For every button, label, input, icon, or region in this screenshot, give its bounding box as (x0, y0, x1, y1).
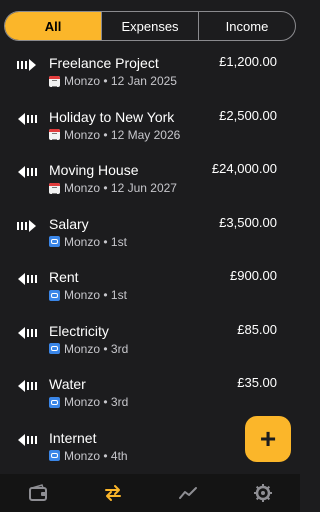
account-name: Monzo (64, 448, 101, 463)
schedule-text: 1st (110, 234, 127, 249)
nav-trend[interactable] (150, 474, 225, 512)
transaction-name: Water (49, 376, 86, 392)
nav-transfer[interactable] (75, 474, 150, 512)
filter-tabs: All Expenses Income (4, 11, 296, 41)
separator: • (100, 395, 111, 409)
transaction-row[interactable]: Salary Monzo • 1st £3,500.00 (0, 207, 300, 261)
transaction-row[interactable]: Water Monzo • 3rd £35.00 (0, 367, 300, 421)
transaction-row[interactable]: Freelance Project Monzo • 12 Jan 2025 £1,2… (0, 46, 300, 100)
tab-income[interactable]: Income (198, 12, 295, 40)
outgoing-arrow-icon (17, 433, 37, 447)
repeat-icon (49, 396, 60, 408)
account-name: Monzo (64, 234, 101, 249)
schedule-text: 12 Jan 2025 (110, 74, 177, 88)
transaction-name: Electricity (49, 322, 109, 339)
outgoing-arrow-icon (17, 112, 37, 126)
add-transaction-button[interactable]: + (245, 416, 291, 462)
separator: • (100, 234, 111, 249)
transaction-amount: £85.00 (237, 321, 277, 337)
schedule-text: 4th (110, 448, 128, 463)
nav-wallet[interactable] (0, 474, 75, 512)
transaction-details: Monzo • 12 May 2026 (49, 128, 180, 142)
transaction-name: Moving House (49, 162, 139, 178)
transaction-name: Internet (49, 429, 97, 446)
transaction-name: Holiday to New York (49, 108, 175, 125)
outgoing-arrow-icon (17, 272, 37, 286)
separator: • (100, 341, 111, 356)
repeat-icon (49, 343, 60, 354)
transaction-row[interactable]: Moving House Monzo • 12 Jun 2027 £24,000.0… (0, 153, 300, 207)
separator: • (100, 127, 111, 142)
schedule-text: 12 May 2026 (110, 127, 181, 142)
transaction-details: Monzo • 12 Jan 2025 (49, 74, 177, 88)
transaction-details: Monzo • 3rd (49, 395, 128, 409)
schedule-text: 3rd (110, 395, 129, 409)
incoming-arrow-icon (17, 58, 37, 72)
transaction-amount: £24,000.00 (211, 161, 277, 176)
transaction-list: Freelance Project Monzo • 12 Jan 2025 £1,2… (0, 46, 300, 474)
transfer-icon (103, 483, 123, 503)
transaction-amount: £2,500.00 (219, 107, 277, 123)
transaction-row[interactable]: Electricity Monzo • 3rd £85.00 (0, 314, 300, 368)
trend-icon (178, 483, 198, 503)
calendar-icon (49, 129, 60, 140)
account-name: Monzo (64, 395, 101, 409)
transaction-amount: £1,200.00 (219, 54, 277, 69)
transaction-amount: £900.00 (230, 268, 277, 283)
outgoing-arrow-icon (17, 326, 37, 340)
transaction-details: Monzo • 3rd (49, 342, 128, 356)
transaction-name: Freelance Project (49, 55, 159, 71)
nav-gear[interactable] (225, 474, 300, 512)
incoming-arrow-icon (17, 219, 37, 233)
account-name: Monzo (64, 341, 101, 356)
separator: • (100, 74, 111, 88)
separator: • (100, 181, 111, 195)
outgoing-arrow-icon (17, 165, 37, 179)
repeat-icon (49, 289, 60, 301)
transaction-amount: £35.00 (237, 375, 277, 390)
transaction-details: Monzo • 1st (49, 288, 127, 302)
calendar-icon (49, 182, 60, 194)
gear-icon (253, 483, 273, 503)
transaction-name: Rent (49, 269, 79, 285)
bottom-nav (0, 474, 300, 512)
transaction-details: Monzo • 1st (49, 235, 127, 249)
account-name: Monzo (64, 74, 101, 88)
account-name: Monzo (64, 181, 101, 195)
transaction-amount: £3,500.00 (219, 214, 277, 230)
outgoing-arrow-icon (17, 379, 37, 393)
separator: • (100, 288, 111, 302)
wallet-icon (28, 483, 48, 503)
account-name: Monzo (64, 288, 101, 302)
transaction-row[interactable]: Rent Monzo • 1st £900.00 (0, 260, 300, 314)
schedule-text: 12 Jun 2027 (110, 181, 177, 195)
schedule-text: 1st (110, 288, 127, 302)
transaction-details: Monzo • 12 Jun 2027 (49, 181, 177, 195)
repeat-icon (49, 236, 60, 247)
transaction-row[interactable]: Holiday to New York Monzo • 12 May 2026 £2… (0, 100, 300, 154)
tab-expenses[interactable]: Expenses (101, 12, 198, 40)
tab-all[interactable]: All (5, 12, 101, 40)
repeat-icon (49, 450, 60, 461)
transaction-details: Monzo • 4th (49, 449, 128, 463)
calendar-icon (49, 75, 60, 87)
schedule-text: 3rd (110, 341, 129, 356)
separator: • (100, 448, 111, 463)
transaction-name: Salary (49, 215, 89, 232)
account-name: Monzo (64, 127, 101, 142)
